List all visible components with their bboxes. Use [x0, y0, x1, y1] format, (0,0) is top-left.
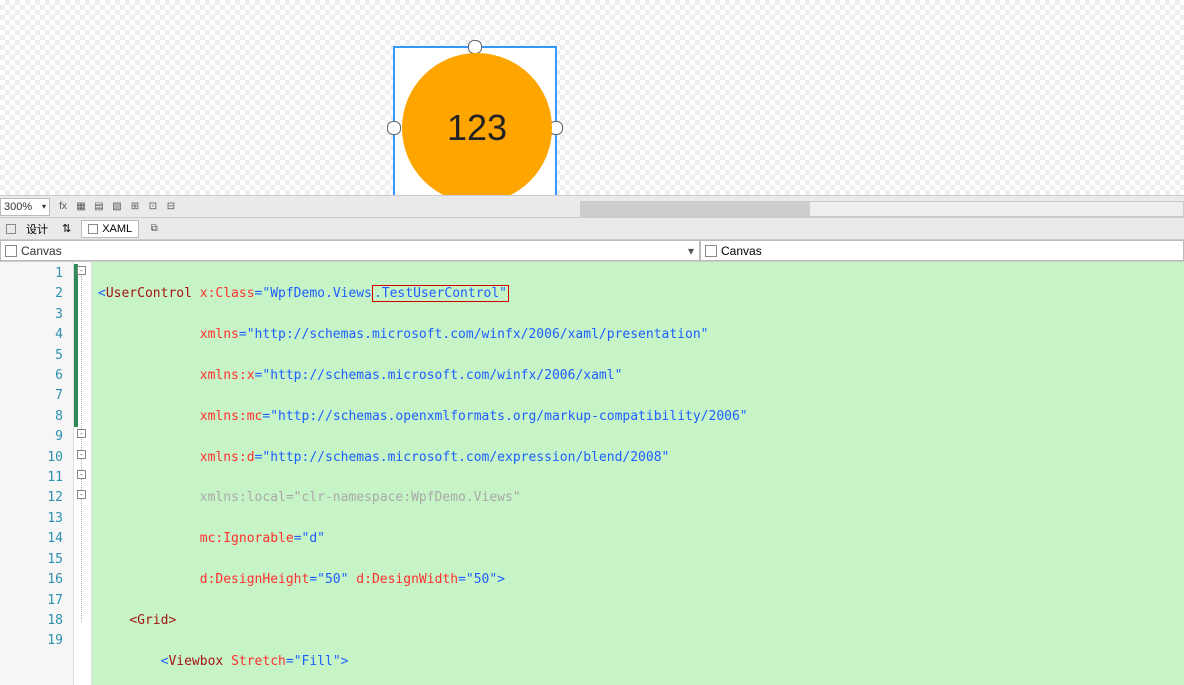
- tok: Viewbox: [168, 654, 223, 669]
- xaml-tab-icon: [88, 224, 98, 234]
- swap-icon[interactable]: ⇅: [58, 220, 75, 237]
- line-number: 19: [0, 631, 63, 651]
- line-number: 14: [0, 529, 63, 549]
- fold-toggle[interactable]: -: [77, 429, 86, 438]
- tok: x: [192, 286, 208, 301]
- pane-design-icon[interactable]: [6, 224, 16, 234]
- xaml-tab[interactable]: XAML: [81, 220, 139, 238]
- highlighted-classname: .TestUserControl": [372, 285, 509, 302]
- preview-text: 123: [447, 107, 507, 149]
- line-number: 9: [0, 427, 63, 447]
- tok: :x: [239, 368, 255, 383]
- tok: ="d": [294, 531, 325, 546]
- code-editor[interactable]: 1 2 3 4 5 6 7 8 9 10 11 12 13 14 15 16 1…: [0, 262, 1184, 685]
- scrollbar-thumb[interactable]: [581, 202, 810, 216]
- fold-toggle[interactable]: -: [77, 266, 86, 275]
- tok: ="Fill">: [286, 654, 349, 669]
- tok: mc: [200, 531, 216, 546]
- tok: ="http://schemas.microsoft.com/winfx/200…: [255, 368, 623, 383]
- canvas-icon: [705, 245, 717, 257]
- fold-toggle[interactable]: -: [77, 490, 86, 499]
- line-number: 12: [0, 488, 63, 508]
- element-path-right-label: Canvas: [721, 244, 762, 258]
- line-number: 4: [0, 325, 63, 345]
- tok: :DesignWidth: [364, 572, 458, 587]
- tok: <Grid>: [129, 613, 176, 628]
- line-number: 6: [0, 366, 63, 386]
- tok: UserControl: [106, 286, 192, 301]
- line-number: 17: [0, 591, 63, 611]
- xaml-tab-label: XAML: [102, 223, 132, 235]
- tok: :mc: [239, 409, 262, 424]
- snap1-icon[interactable]: ⊞: [126, 199, 144, 215]
- line-number: 5: [0, 346, 63, 366]
- grid3-icon[interactable]: ▧: [108, 199, 126, 215]
- line-number: 1: [0, 264, 63, 284]
- preview-ellipse[interactable]: 123: [402, 53, 552, 203]
- zoom-combo[interactable]: 300% ▾: [0, 198, 50, 216]
- grid1-icon[interactable]: ▦: [72, 199, 90, 215]
- element-path-left-label: Canvas: [21, 244, 62, 258]
- element-path-left[interactable]: Canvas ▾: [0, 240, 700, 261]
- tok: ="http://schemas.openxmlformats.org/mark…: [262, 409, 747, 424]
- tok: :d: [239, 450, 255, 465]
- line-number-gutter: 1 2 3 4 5 6 7 8 9 10 11 12 13 14 15 16 1…: [0, 262, 74, 685]
- line-number: 15: [0, 550, 63, 570]
- line-number: 3: [0, 305, 63, 325]
- fx-icon[interactable]: fx: [54, 199, 72, 215]
- line-number: 13: [0, 509, 63, 529]
- tok: d: [348, 572, 364, 587]
- tok: Stretch: [223, 654, 286, 669]
- tok: d: [200, 572, 208, 587]
- tok: :Class: [208, 286, 255, 301]
- tok: xmlns: [200, 327, 239, 342]
- fold-guide: [81, 276, 82, 622]
- grid2-icon[interactable]: ▤: [90, 199, 108, 215]
- tok: <: [98, 286, 106, 301]
- designer-toolbar: 300% ▾ fx ▦ ▤ ▧ ⊞ ⊡ ⊟: [0, 195, 1184, 217]
- line-number: 2: [0, 284, 63, 304]
- element-path-right[interactable]: Canvas: [700, 240, 1184, 261]
- zoom-value: 300%: [4, 201, 32, 213]
- resize-handle-w[interactable]: [387, 121, 401, 135]
- outlining-margin: - - - - -: [74, 262, 92, 685]
- tok: ="50": [309, 572, 348, 587]
- tok: ="http://schemas.microsoft.com/expressio…: [255, 450, 670, 465]
- tok: :Ignorable: [215, 531, 293, 546]
- tok: :DesignHeight: [208, 572, 310, 587]
- popout-icon[interactable]: ⧉: [145, 221, 163, 237]
- code-body[interactable]: <UserControl x:Class="WpfDemo.Views.Test…: [92, 262, 1184, 685]
- tok: xmlns: [200, 409, 239, 424]
- line-number: 7: [0, 386, 63, 406]
- snap2-icon[interactable]: ⊡: [144, 199, 162, 215]
- designer-swap-bar: 设计 ⇅ XAML ⧉: [0, 218, 1184, 240]
- horizontal-scrollbar[interactable]: [580, 201, 1184, 217]
- fold-toggle[interactable]: -: [77, 470, 86, 479]
- chevron-down-icon[interactable]: ▾: [683, 244, 699, 258]
- element-path-bar: Canvas ▾ Canvas: [0, 240, 1184, 262]
- resize-handle-n[interactable]: [468, 40, 482, 54]
- design-surface[interactable]: [0, 0, 1184, 217]
- fold-toggle[interactable]: -: [77, 450, 86, 459]
- tok: xmlns: [200, 450, 239, 465]
- design-tab-label[interactable]: 设计: [22, 219, 52, 239]
- snap3-icon[interactable]: ⊟: [162, 199, 180, 215]
- line-number: 11: [0, 468, 63, 488]
- chevron-down-icon: ▾: [42, 202, 46, 211]
- tok: xmlns: [200, 368, 239, 383]
- line-number: 10: [0, 448, 63, 468]
- tok: ="http://schemas.microsoft.com/winfx/200…: [239, 327, 709, 342]
- tok: ="50">: [458, 572, 505, 587]
- line-number: 8: [0, 407, 63, 427]
- line-number: 18: [0, 611, 63, 631]
- tok: "WpfDemo.Views: [262, 286, 372, 301]
- designer-pane[interactable]: 123 300% ▾ fx ▦ ▤ ▧ ⊞ ⊡ ⊟: [0, 0, 1184, 218]
- tok: xmlns:local="clr-namespace:WpfDemo.Views…: [200, 490, 521, 505]
- canvas-icon: [5, 245, 17, 257]
- line-number: 16: [0, 570, 63, 590]
